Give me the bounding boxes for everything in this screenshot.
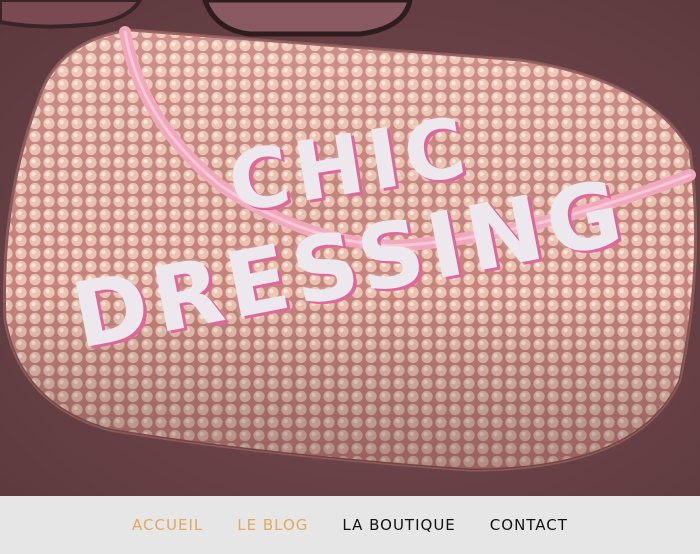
- main-navigation: ACCUEIL LE BLOG LA BOUTIQUE CONTACT: [0, 496, 700, 554]
- hero-banner: CHIC DRESSING: [0, 0, 700, 496]
- nav-item-accueil[interactable]: ACCUEIL: [132, 516, 203, 534]
- nav-item-la-boutique[interactable]: LA BOUTIQUE: [342, 516, 455, 534]
- sunglasses-image: [0, 0, 413, 37]
- nav-item-contact[interactable]: CONTACT: [490, 516, 568, 534]
- nav-item-le-blog[interactable]: LE BLOG: [237, 516, 308, 534]
